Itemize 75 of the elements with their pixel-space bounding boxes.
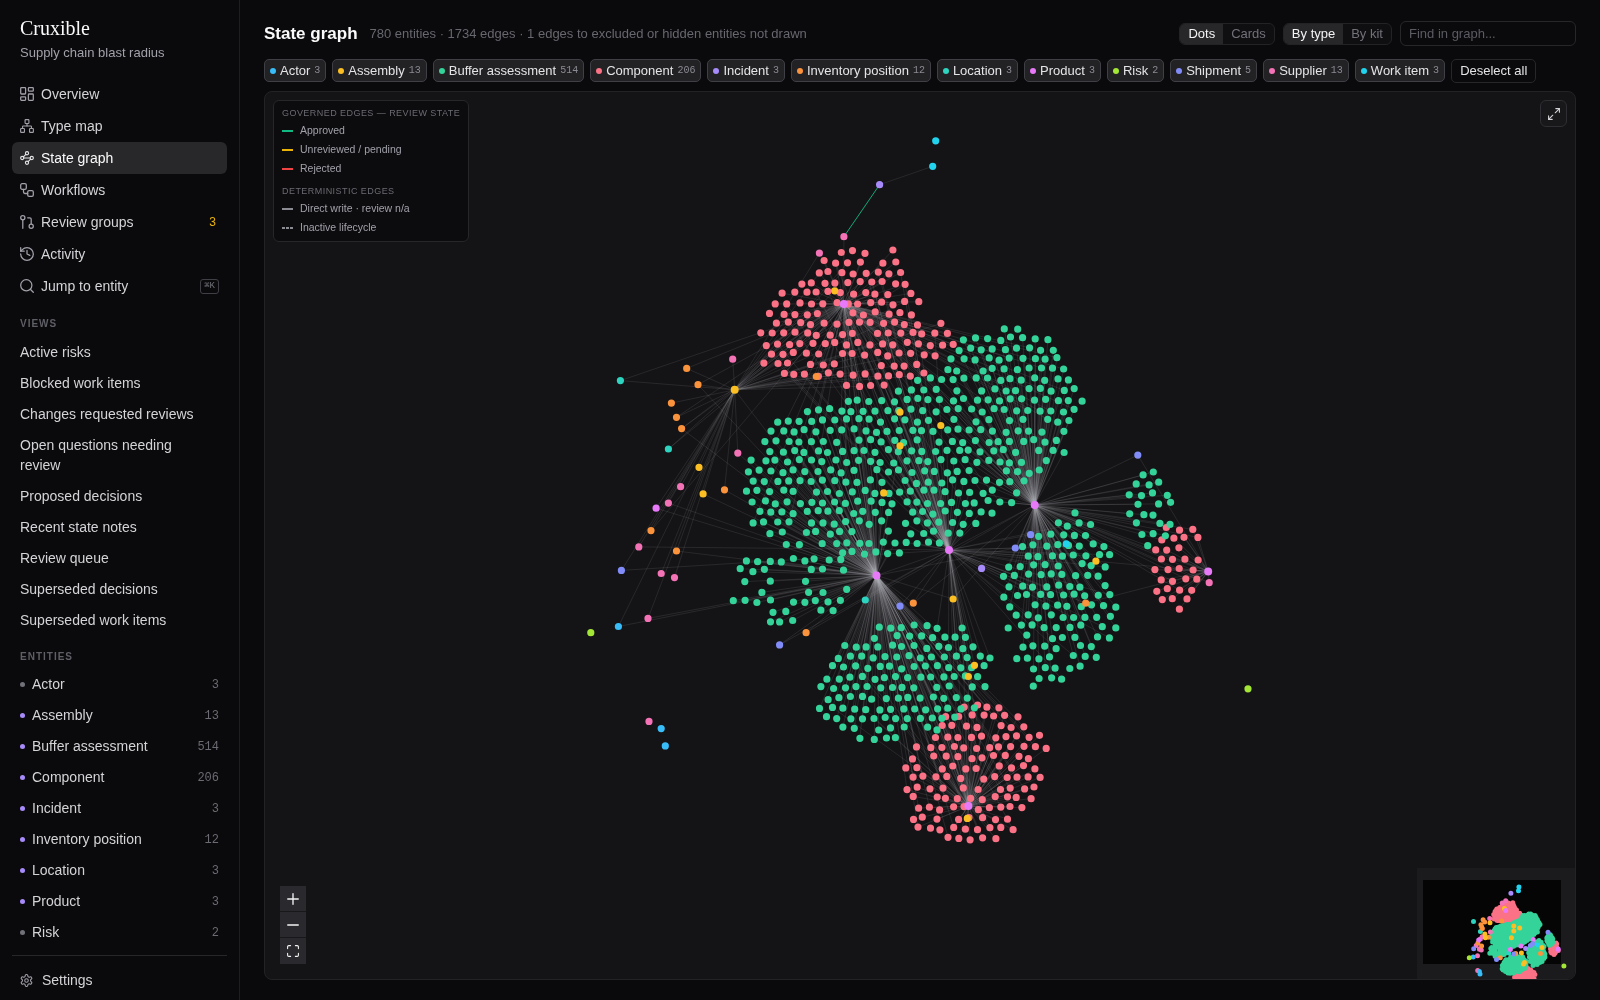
dashboard-icon (20, 87, 34, 101)
type-filter-chip[interactable]: Assembly 13 (332, 59, 427, 82)
workspace-subtitle: Supply chain blast radius (20, 44, 165, 62)
page-title: State graph (264, 22, 358, 45)
type-filter-chip[interactable]: Work item 3 (1354, 59, 1446, 82)
keyboard-shortcut: ⌘K (200, 278, 219, 294)
legend-heading: GOVERNED EDGES — REVIEW STATE (282, 107, 461, 119)
type-filter-chip[interactable]: Actor 3 (264, 59, 327, 82)
nav-item[interactable]: State graph (12, 142, 227, 174)
type-filter-chip[interactable]: Buffer assessment 514 (432, 59, 585, 82)
type-filter-chip[interactable]: Risk 2 (1106, 59, 1165, 82)
legend-label: Inactive lifecycle (300, 220, 377, 235)
legend-heading: DETERMINISTIC EDGES (282, 185, 396, 197)
saved-view-link[interactable]: Proposed decisions (20, 480, 143, 511)
type-filter-chip[interactable]: Location 3 (936, 59, 1019, 82)
entity-type-item[interactable]: Buffer assessment 514 (12, 731, 227, 762)
nav-item[interactable]: Jump to entity ⌘K (12, 270, 227, 302)
segment-tab[interactable]: Dots (1180, 23, 1224, 44)
legend-label: Unreviewed / pending (300, 142, 402, 157)
entity-type-item[interactable]: Incident 3 (12, 793, 227, 824)
entity-type-item[interactable]: Component 206 (12, 762, 227, 793)
entity-type-item[interactable]: Location 3 (12, 855, 227, 886)
nav-item[interactable]: Type map (12, 110, 227, 142)
entity-type-item[interactable]: Inventory position 12 (12, 824, 227, 855)
saved-view-link[interactable]: Open questions needing review (20, 429, 205, 480)
fit-view-icon (287, 945, 299, 957)
entity-type-item[interactable]: Assembly 13 (12, 700, 227, 731)
entity-type-item[interactable]: Product 3 (12, 886, 227, 917)
saved-view-link[interactable]: Active risks (20, 336, 91, 367)
connected-dots-icon (20, 151, 34, 165)
saved-view-link[interactable]: Recent state notes (20, 511, 137, 542)
nav-item[interactable]: Review groups 3 (12, 206, 227, 238)
type-filter-chip[interactable]: Component 206 (590, 59, 702, 82)
legend-label: Rejected (300, 161, 342, 176)
legend-label: Approved (300, 123, 345, 138)
settings-icon (20, 973, 33, 987)
legend-label: Direct write · review n/a (300, 201, 410, 216)
zoom-out-button[interactable] (280, 912, 306, 938)
fit-view-button[interactable] (280, 938, 306, 964)
deselect-all-button[interactable]: Deselect all (1451, 58, 1537, 83)
zoom-in-button[interactable] (280, 886, 306, 912)
expand-icon (1547, 107, 1560, 120)
workflow-icon (20, 183, 34, 197)
minus-icon (287, 923, 299, 926)
type-filter-chip[interactable]: Shipment 5 (1170, 59, 1258, 82)
saved-view-link[interactable]: Review queue (20, 542, 109, 573)
history-icon (20, 247, 34, 261)
segment-tab[interactable]: By type (1283, 23, 1344, 44)
saved-view-link[interactable]: Superseded work items (20, 604, 167, 635)
segment-tab[interactable]: By kit (1343, 23, 1391, 44)
type-filter-chip[interactable]: Product 3 (1024, 59, 1101, 82)
type-filter-chip[interactable]: Supplier 13 (1263, 59, 1349, 82)
saved-view-link[interactable]: Changes requested reviews (20, 398, 194, 429)
search-icon (20, 279, 34, 293)
entity-type-item[interactable]: Actor 3 (12, 669, 227, 700)
type-filter-chip[interactable]: Incident 3 (707, 59, 785, 82)
settings-link[interactable]: Settings (12, 964, 227, 996)
segment-tab[interactable]: Cards (1223, 23, 1274, 44)
saved-view-link[interactable]: Superseded decisions (20, 573, 158, 604)
plus-icon (287, 892, 299, 905)
search-field[interactable]: Find in graph... (1400, 21, 1576, 46)
hierarchy-icon (20, 119, 34, 133)
section-heading: VIEWS (20, 317, 58, 331)
entity-type-item[interactable]: Risk 2 (12, 917, 227, 948)
nav-item[interactable]: Overview (12, 78, 227, 110)
saved-view-link[interactable]: Blocked work items (20, 367, 141, 398)
nav-item[interactable]: Activity (12, 238, 227, 270)
minimap[interactable] (1417, 868, 1575, 979)
nav-item[interactable]: Workflows (12, 174, 227, 206)
graph-summary: 780 entities · 1734 edges · 1 edges to excluded or hidden entities not drawn (369, 24, 807, 43)
section-heading: ENTITIES (20, 650, 73, 664)
fullscreen-button[interactable] (1540, 100, 1567, 127)
branch-icon (20, 215, 34, 229)
app-name: Cruxible (20, 16, 90, 41)
type-filter-chip[interactable]: Inventory position 12 (790, 59, 931, 82)
